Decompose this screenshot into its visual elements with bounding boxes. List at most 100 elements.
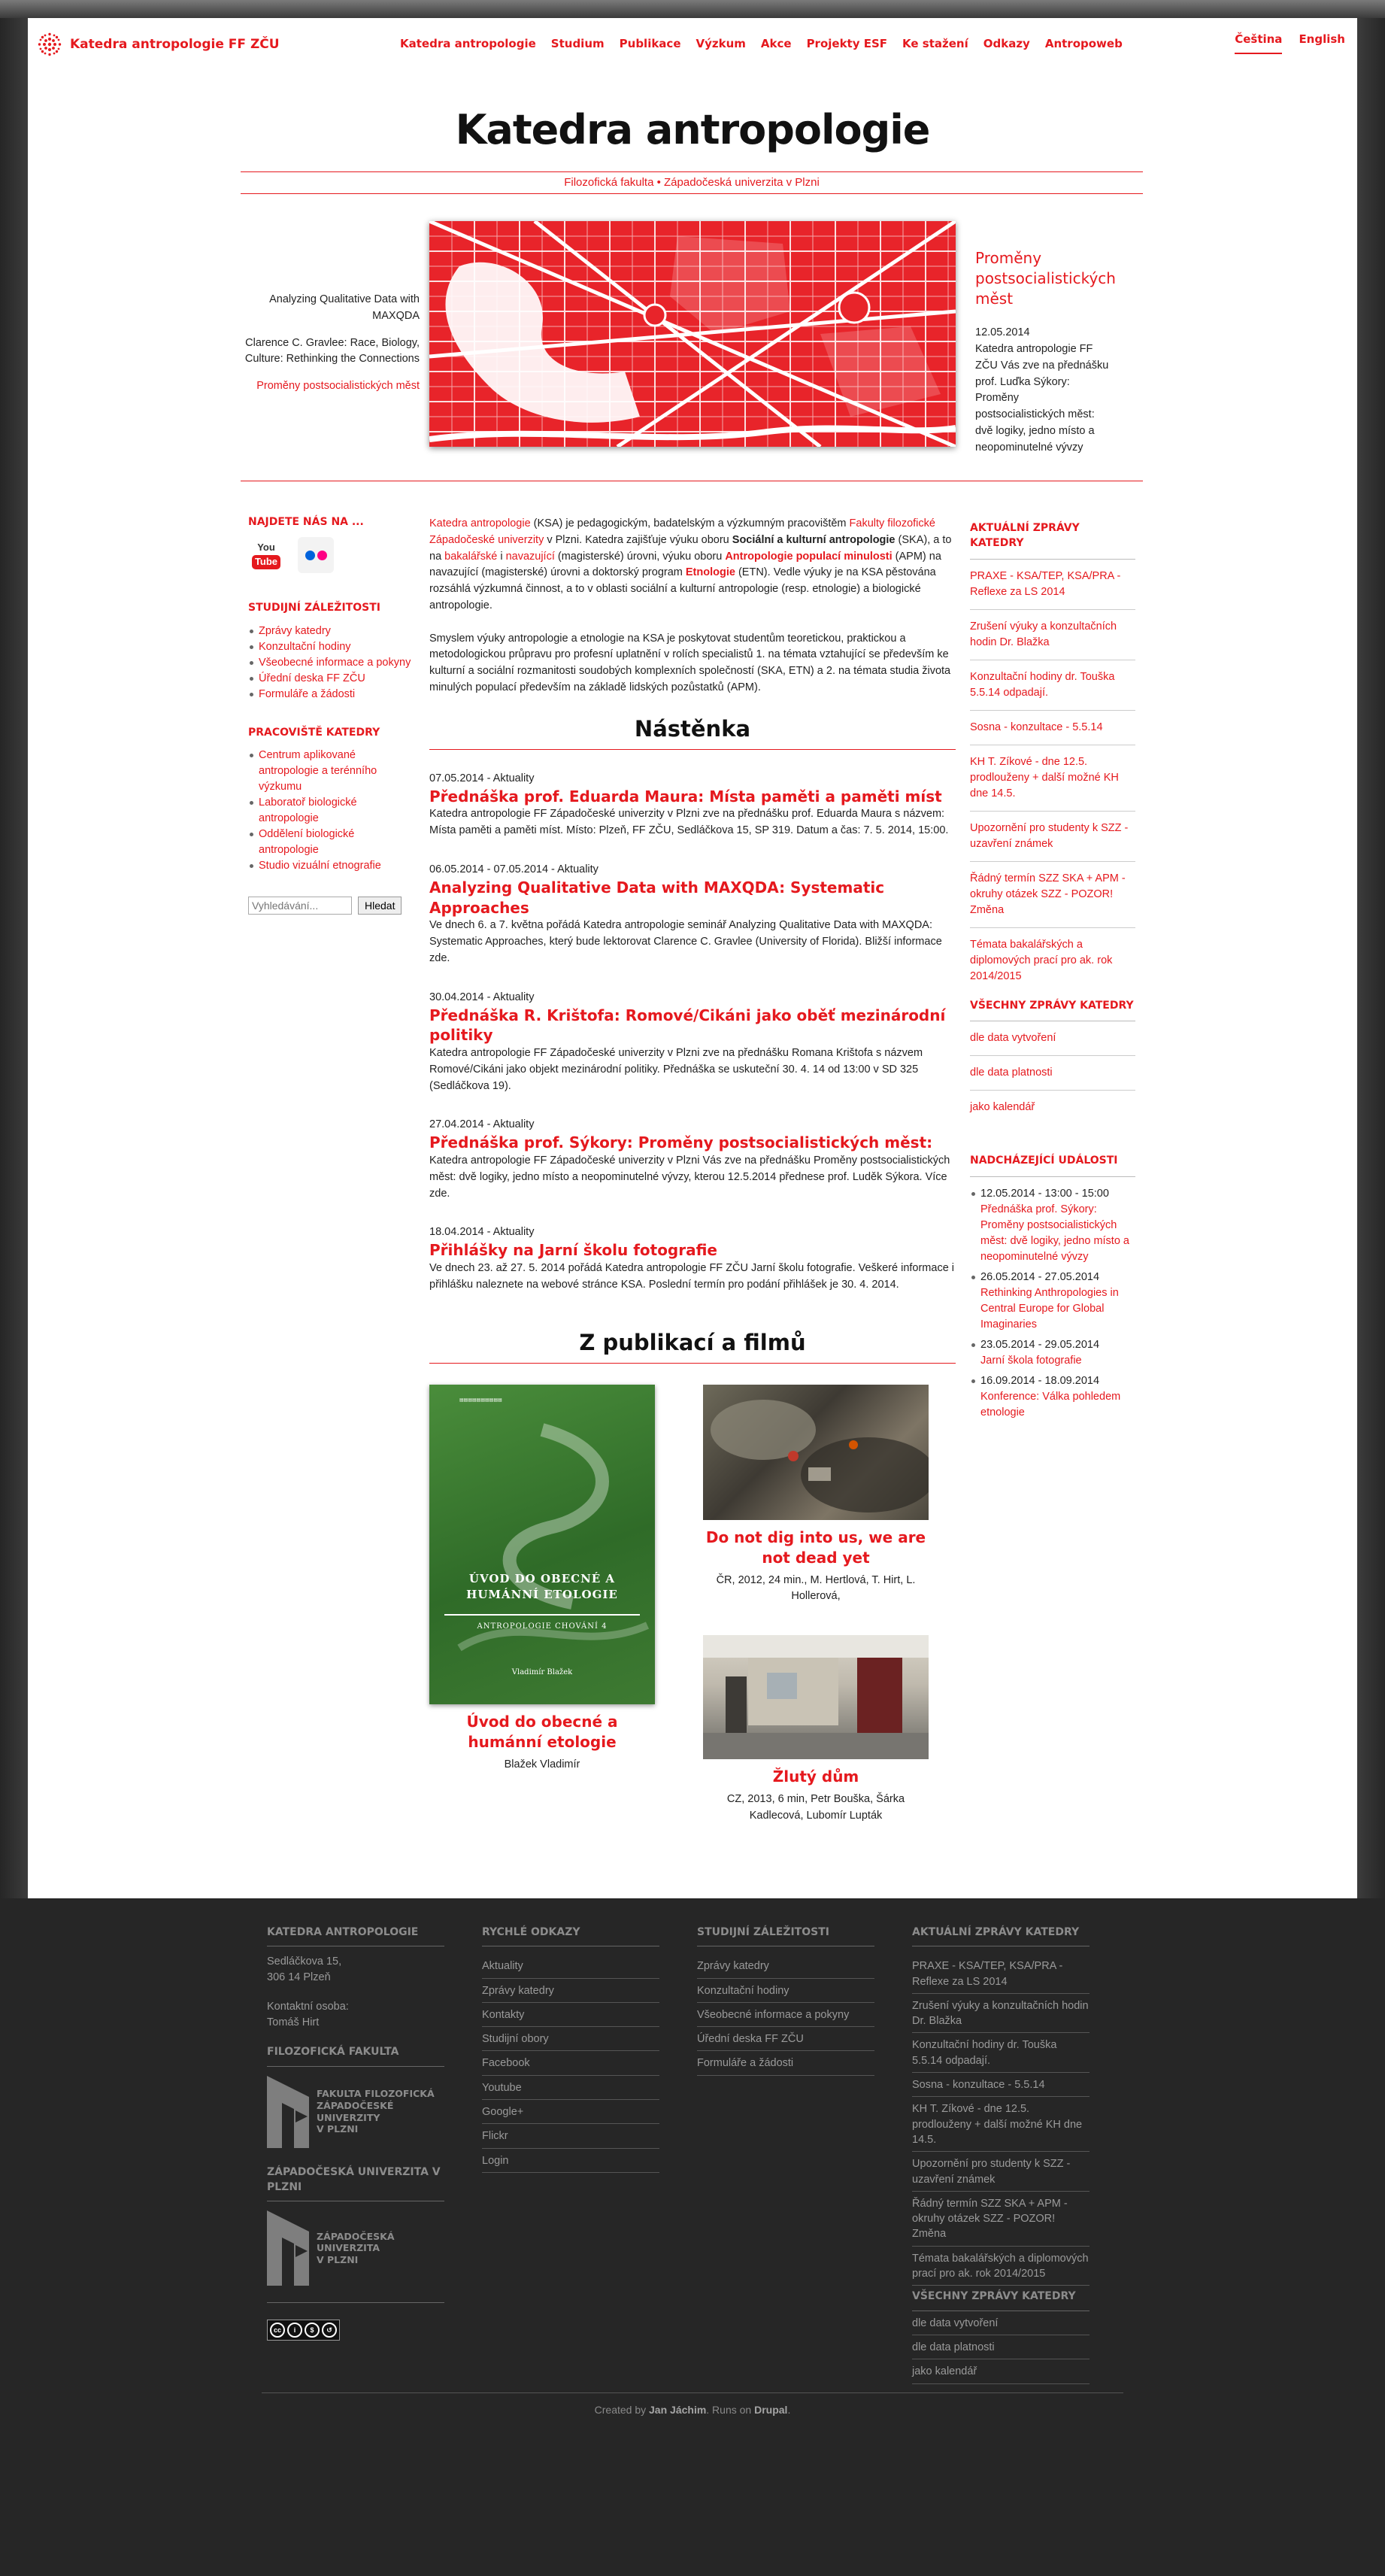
footer-study-link[interactable]: Zprávy katedry [697, 1954, 874, 1979]
lang-czech[interactable]: Čeština [1235, 32, 1283, 54]
news-title[interactable]: Přihlášky na Jarní školu fotografie [429, 1241, 717, 1259]
footer-news-link[interactable]: Sosna - konzultace - 5.5.14 [912, 2073, 1090, 2098]
news-meta: 30.04.2014 - Aktuality [429, 991, 535, 1003]
footer-link-obory[interactable]: Studijní obory [482, 2027, 659, 2052]
news-title[interactable]: Přednáška prof. Sýkory: Proměny postsoci… [429, 1133, 932, 1151]
footer-link-facebook[interactable]: Facebook [482, 2051, 659, 2076]
department-news-link[interactable]: KH T. Zíkové - dne 12.5. prodlouženy + d… [970, 745, 1135, 812]
news-title[interactable]: Analyzing Qualitative Data with MAXQDA: … [429, 878, 884, 917]
lang-english[interactable]: English [1299, 32, 1345, 54]
intro-link-katedra[interactable]: Katedra antropologie [429, 517, 531, 529]
footer-news-link[interactable]: Témata bakalářských a diplomových prací … [912, 2247, 1090, 2286]
event-title[interactable]: Konference: Válka pohledem etnologie [980, 1391, 1120, 1418]
drupal-link[interactable]: Drupal [754, 2404, 787, 2416]
footer-all-news-calendar[interactable]: jako kalendář [912, 2359, 1090, 2384]
footer-link-aktuality[interactable]: Aktuality [482, 1954, 659, 1979]
slider-link-gravlee[interactable]: Clarence C. Gravlee: Race, Biology, Cult… [241, 335, 420, 369]
footer-link-flickr[interactable]: Flickr [482, 2124, 659, 2149]
slider-link-promeny[interactable]: Proměny postsocialistických měst [241, 378, 420, 395]
footer-news-link[interactable]: Zrušení výuky a konzultačních hodin Dr. … [912, 1994, 1090, 2034]
footer-news-link[interactable]: KH T. Zíkové - dne 12.5. prodlouženy + d… [912, 2097, 1090, 2153]
search-input[interactable] [248, 897, 352, 915]
study-link-informace[interactable]: Všeobecné informace a pokyny [259, 657, 411, 669]
footer-study-link[interactable]: Úřední deska FF ZČU [697, 2027, 874, 2052]
publication-title[interactable]: Úvod do obecné a humánní etologie [429, 1712, 655, 1752]
news-title[interactable]: Přednáška R. Krištofa: Romové/Cikáni jak… [429, 1006, 945, 1045]
faculty-logo[interactable]: Fakulta filozofická Západočeské univerzi… [267, 2075, 444, 2148]
department-news-link[interactable]: Zrušení výuky a konzultačních hodin Dr. … [970, 610, 1135, 660]
nav-item-vyzkum[interactable]: Výzkum [696, 36, 746, 53]
footer-news-link[interactable]: PRAXE - KSA/TEP, KSA/PRA - Reflexe za LS… [912, 1954, 1090, 1994]
footer-column-quick-links: Rychlé odkazy Aktuality Zprávy katedry K… [482, 1925, 659, 2173]
department-news-link[interactable]: Sosna - konzultace - 5.5.14 [970, 711, 1135, 745]
footer-news-link[interactable]: Konzultační hodiny dr. Touška 5.5.14 odp… [912, 2033, 1090, 2074]
faculty-subtitle-bar: Filozofická fakulta • Západočeská univer… [241, 171, 1143, 194]
all-news-by-validity[interactable]: dle data platnosti [970, 1056, 1135, 1091]
footer-link-login[interactable]: Login [482, 2149, 659, 2173]
intro-link-etnologie[interactable]: Etnologie [686, 566, 735, 578]
film-title[interactable]: Žlutý dům [703, 1767, 929, 1787]
department-news-link[interactable]: Upozornění pro studenty k SZZ - uzavření… [970, 812, 1135, 862]
author-link[interactable]: Jan Jáchim [649, 2404, 706, 2416]
event-title[interactable]: Jarní škola fotografie [980, 1355, 1082, 1367]
study-link-konzultace[interactable]: Konzultační hodiny [259, 641, 351, 653]
intro-link-navazujici[interactable]: navazující [506, 551, 555, 563]
intro-link-bakalarske[interactable]: bakalářské [444, 551, 497, 563]
department-news-link[interactable]: Konzultační hodiny dr. Touška 5.5.14 odp… [970, 660, 1135, 711]
events-list: 12.05.2014 - 13:00 - 15:00 Přednáška prof… [970, 1186, 1135, 1421]
book-cover-image[interactable]: ▤▤▤▤▤▤▤▤▤▤ ÚVOD DO OBECNÉ A HUMÁNNÍ ETOL… [429, 1384, 655, 1704]
university-footer-logo[interactable]: Západočeská univerzita v Plzni [267, 2210, 444, 2286]
footer-link-youtube[interactable]: Youtube [482, 2076, 659, 2101]
event-title[interactable]: Rethinking Anthropologies in Central Eur… [980, 1287, 1119, 1330]
footer-column-news: Aktuální zprávy katedry PRAXE - KSA/TEP,… [912, 1925, 1090, 2384]
footer-link-zpravy[interactable]: Zprávy katedry [482, 1979, 659, 2003]
slider-caption-title[interactable]: Proměny postsocialistických měst [975, 248, 1116, 309]
footer-study-link[interactable]: Konzultační hodiny [697, 1979, 874, 2003]
workplace-link-studio[interactable]: Studio vizuální etnografie [259, 860, 381, 872]
credit-text: . [787, 2404, 791, 2416]
footer-news-link[interactable]: Řádný termín SZZ SKA + APM - okruhy otáz… [912, 2192, 1090, 2247]
footer-link-googleplus[interactable]: Google+ [482, 2100, 659, 2125]
footer-study-link[interactable]: Formuláře a žádosti [697, 2051, 874, 2076]
creative-commons-license-icon[interactable]: cc i $ ↺ [267, 2320, 340, 2341]
nav-item-odkazy[interactable]: Odkazy [983, 36, 1030, 53]
faculty-link[interactable]: Filozofická fakulta [564, 176, 653, 189]
workplace-link-laborator[interactable]: Laboratoř biologické antropologie [259, 796, 357, 824]
film-title[interactable]: Do not dig into us, we are not dead yet [703, 1528, 929, 1568]
footer-all-news-validity[interactable]: dle data platnosti [912, 2335, 1090, 2360]
nav-item-katedra[interactable]: Katedra antropologie [400, 36, 536, 53]
all-news-by-created[interactable]: dle data vytvoření [970, 1021, 1135, 1057]
study-link-formulare[interactable]: Formuláře a žádosti [259, 688, 355, 700]
nav-item-studium[interactable]: Studium [551, 36, 605, 53]
university-link[interactable]: Západočeská univerzita v Plzni [664, 176, 820, 189]
footer-news-link[interactable]: Upozornění pro studenty k SZZ - uzavření… [912, 2152, 1090, 2192]
subtitle-separator: • [653, 176, 665, 189]
nav-item-publikace[interactable]: Publikace [620, 36, 681, 53]
department-news-link[interactable]: Témata bakalářských a diplomových prací … [970, 928, 1135, 994]
footer-link-kontakty[interactable]: Kontakty [482, 2003, 659, 2028]
nav-item-antropoweb[interactable]: Antropoweb [1045, 36, 1123, 53]
department-news-link[interactable]: PRAXE - KSA/TEP, KSA/PRA - Reflexe za LS… [970, 560, 1135, 610]
footer-all-news-created[interactable]: dle data vytvoření [912, 2311, 1090, 2335]
nav-item-ke-stazeni[interactable]: Ke stažení [902, 36, 968, 53]
site-logo-link[interactable]: Katedra antropologie FF ZČU [37, 32, 280, 57]
study-link-zpravy[interactable]: Zprávy katedry [259, 625, 331, 637]
slider-link-maxqda[interactable]: Analyzing Qualitative Data with MAXQDA [241, 292, 420, 325]
study-link-uredni-deska[interactable]: Úřední deska FF ZČU [259, 672, 365, 684]
film-thumbnail[interactable] [703, 1635, 929, 1760]
footer-study-link[interactable]: Všeobecné informace a pokyny [697, 2003, 874, 2028]
youtube-icon[interactable]: You Tube [248, 537, 284, 573]
search-button[interactable]: Hledat [358, 897, 402, 915]
film-thumbnail[interactable] [703, 1384, 929, 1520]
news-title[interactable]: Přednáška prof. Eduarda Maura: Místa pam… [429, 787, 942, 806]
flickr-icon[interactable] [298, 537, 334, 574]
department-news-link[interactable]: Řádný termín SZZ SKA + APM - okruhy otáz… [970, 862, 1135, 928]
all-news-calendar[interactable]: jako kalendář [970, 1091, 1135, 1124]
event-title[interactable]: Přednáška prof. Sýkory: Proměny postsoci… [980, 1203, 1129, 1263]
workplace-link-oddeleni[interactable]: Oddělení biologické antropologie [259, 828, 354, 856]
nav-item-akce[interactable]: Akce [761, 36, 792, 53]
nav-item-projekty-esf[interactable]: Projekty ESF [807, 36, 887, 53]
slider-map-image[interactable] [429, 221, 956, 447]
intro-link-apm[interactable]: Antropologie populací minulosti [725, 551, 892, 563]
workplace-link-centrum[interactable]: Centrum aplikované antropologie a terénn… [259, 749, 377, 793]
